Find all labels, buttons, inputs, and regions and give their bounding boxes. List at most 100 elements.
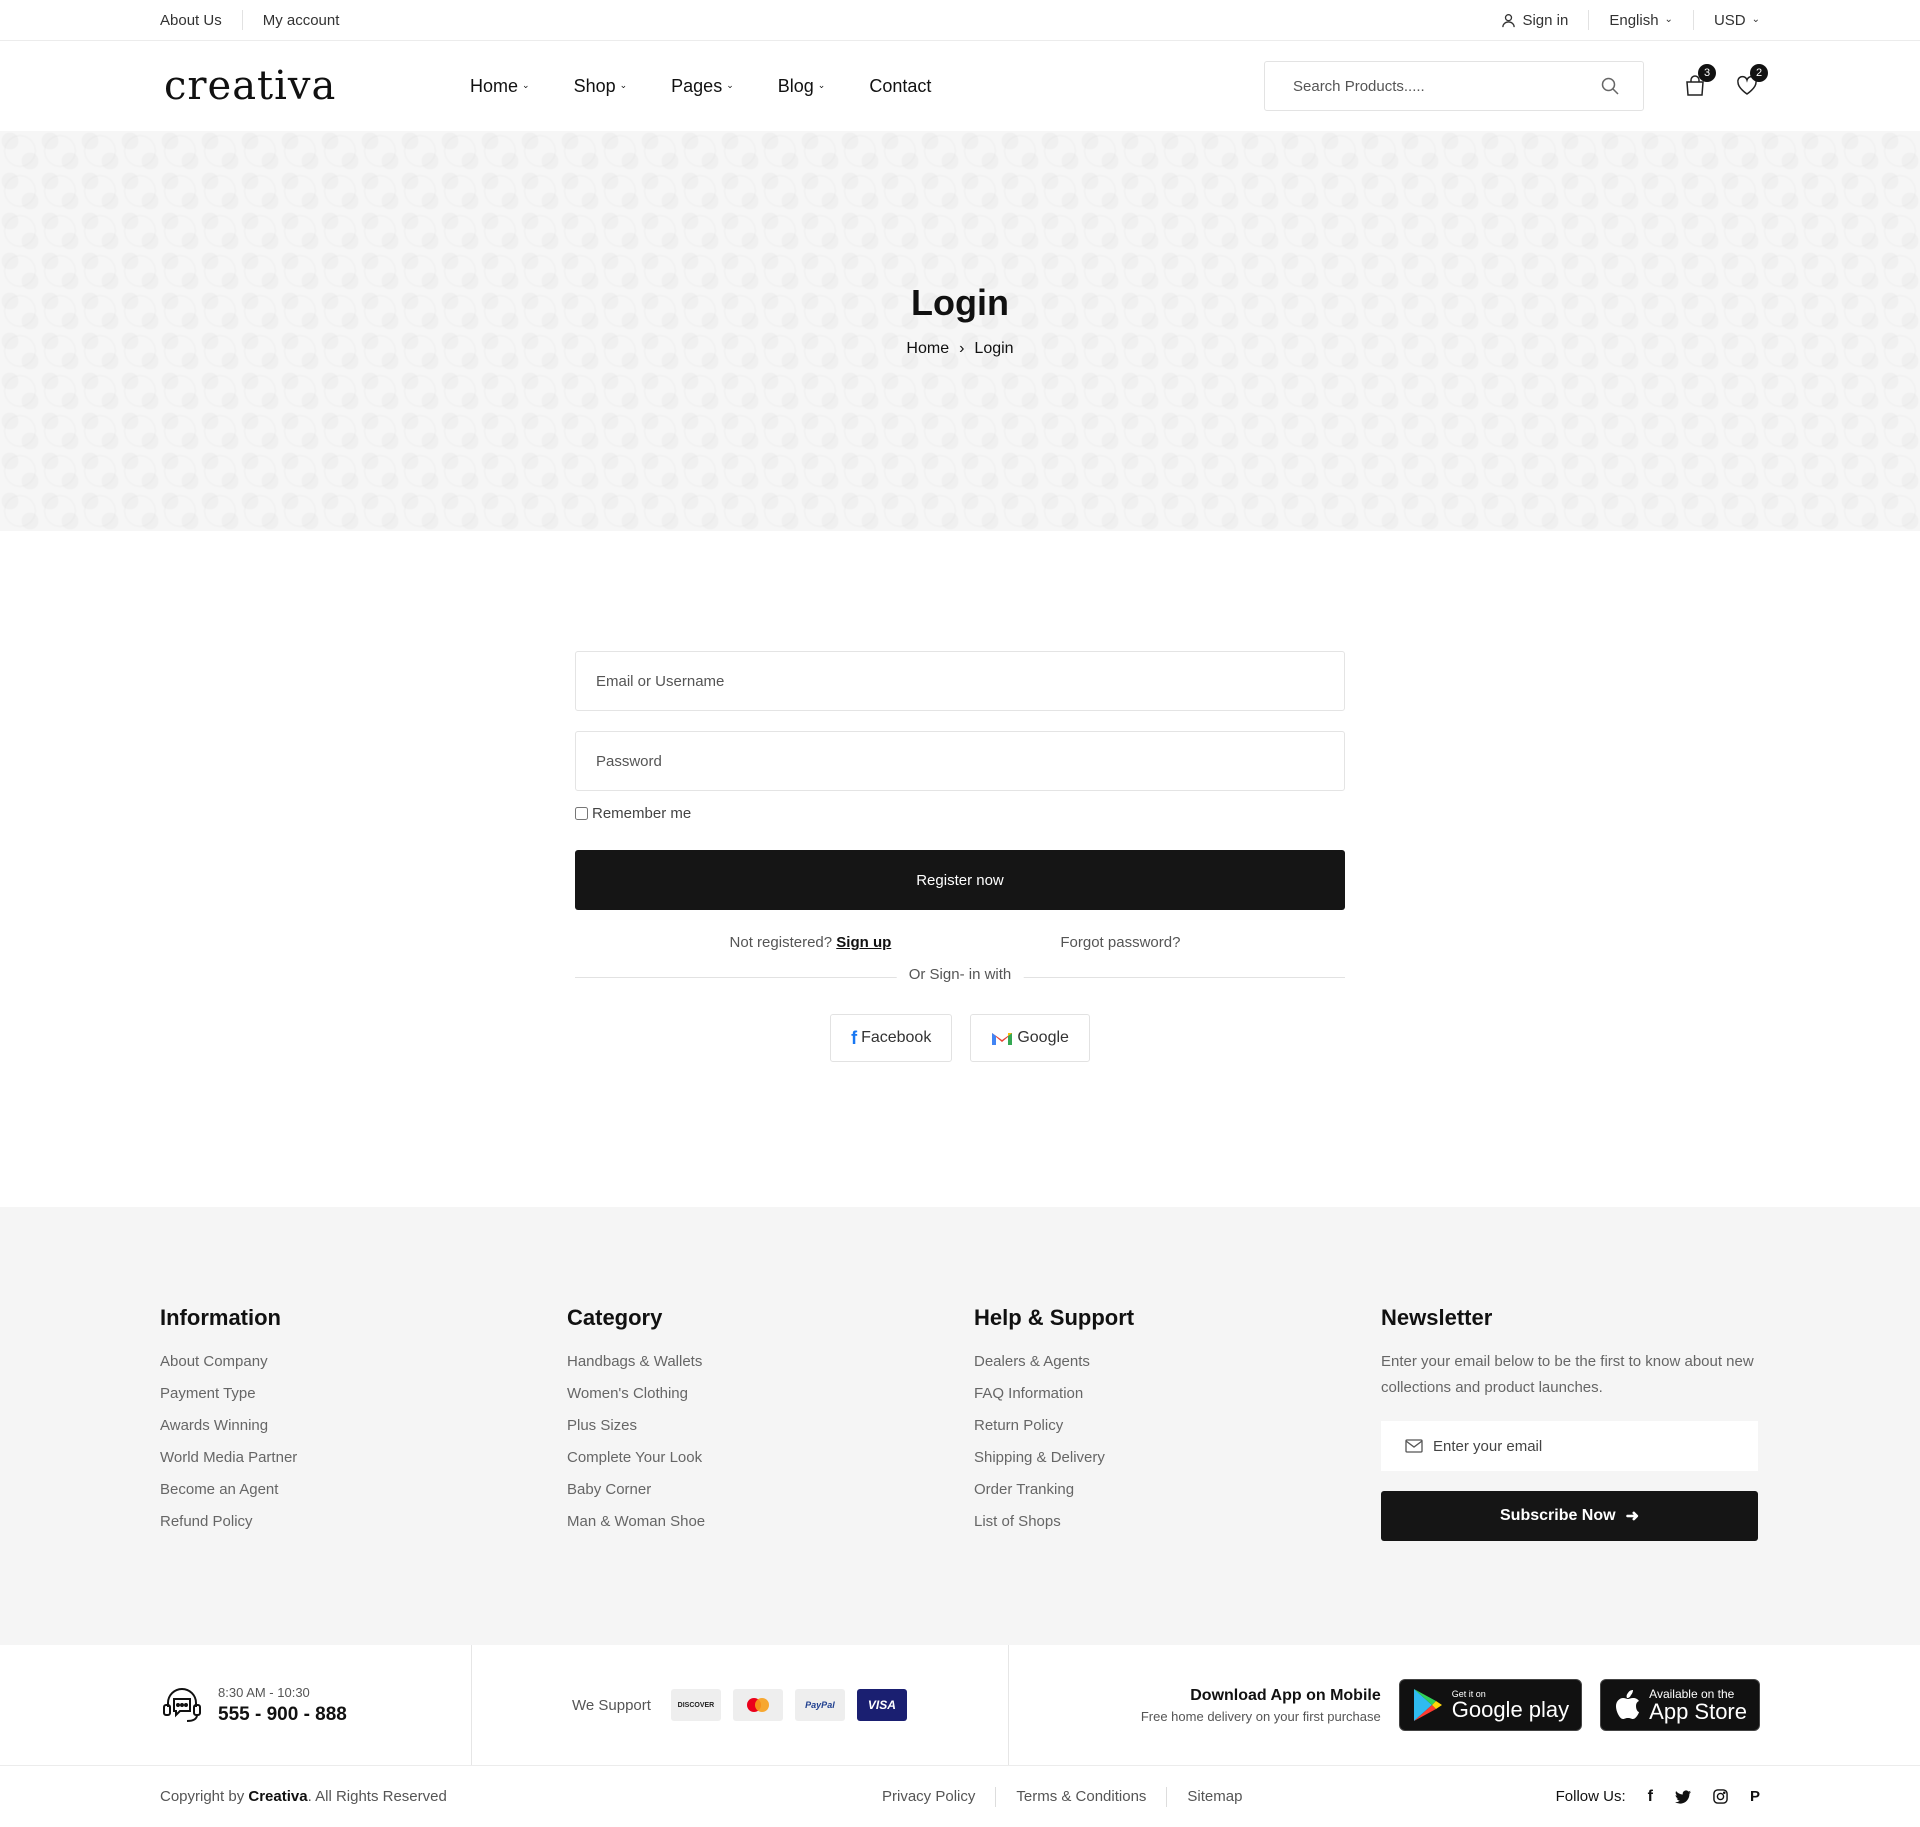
social-login: f Facebook Google bbox=[575, 1014, 1345, 1062]
footer-link[interactable]: Baby Corner bbox=[567, 1481, 974, 1498]
password-field-wrapper bbox=[575, 731, 1345, 791]
remember-me-label: Remember me bbox=[592, 805, 692, 822]
sitemap-link[interactable]: Sitemap bbox=[1167, 1788, 1262, 1805]
language-selector[interactable]: English ⌄ bbox=[1589, 12, 1693, 29]
footer: Information About Company Payment Type A… bbox=[0, 1207, 1920, 1645]
instagram-icon[interactable] bbox=[1713, 1789, 1728, 1804]
wishlist-button[interactable]: 2 bbox=[1734, 64, 1768, 99]
nav-label: Shop bbox=[573, 75, 616, 96]
google-play-icon bbox=[1413, 1689, 1442, 1721]
site-logo[interactable]: creativa bbox=[160, 63, 470, 109]
copyright-brand: Creativa bbox=[248, 1788, 308, 1805]
nav-label: Pages bbox=[671, 75, 723, 96]
nav-home[interactable]: Home ⌄ bbox=[470, 76, 530, 97]
pinterest-icon[interactable]: P bbox=[1750, 1788, 1760, 1805]
twitter-icon[interactable] bbox=[1674, 1789, 1691, 1804]
main-header: creativa Home ⌄ Shop ⌄ Pages ⌄ Blog ⌄ Contac… bbox=[0, 41, 1920, 131]
search-icon[interactable] bbox=[1601, 77, 1619, 95]
facebook-label: Facebook bbox=[861, 1029, 932, 1046]
headset-chat-icon bbox=[163, 1688, 201, 1722]
subscribe-label: Subscribe Now bbox=[1500, 1507, 1616, 1524]
copyright: Copyright by Creativa. All Rights Reserv… bbox=[160, 1788, 800, 1805]
footer-link[interactable]: Women's Clothing bbox=[567, 1385, 974, 1402]
footer-link[interactable]: List of Shops bbox=[974, 1513, 1381, 1530]
sign-in-label: Sign in bbox=[1522, 11, 1569, 29]
we-support-label: We Support bbox=[572, 1696, 651, 1714]
footer-link[interactable]: Awards Winning bbox=[160, 1417, 567, 1434]
breadcrumb-home[interactable]: Home bbox=[906, 340, 949, 358]
or-sign-in-label: Or Sign- in with bbox=[896, 966, 1024, 983]
google-play-button[interactable]: Get it on Google play bbox=[1398, 1679, 1583, 1731]
footer-link[interactable]: About Company bbox=[160, 1353, 567, 1370]
currency-selector[interactable]: USD ⌄ bbox=[1694, 12, 1760, 29]
my-account-link[interactable]: My account bbox=[243, 12, 360, 29]
auth-links: Not registered? Sign up Forgot password? bbox=[575, 934, 1345, 951]
app-store-button[interactable]: Available on the App Store bbox=[1600, 1679, 1760, 1731]
footer-link[interactable]: Shipping & Delivery bbox=[974, 1449, 1381, 1466]
remember-me: Remember me bbox=[575, 805, 1345, 822]
page-banner: Login Home › Login bbox=[0, 131, 1920, 531]
nav-contact[interactable]: Contact bbox=[869, 76, 931, 97]
nav-label: Blog bbox=[777, 75, 814, 96]
terms-link[interactable]: Terms & Conditions bbox=[996, 1788, 1166, 1805]
app-download-title: Download App on Mobile bbox=[1190, 1686, 1381, 1704]
footer-link[interactable]: Refund Policy bbox=[160, 1513, 567, 1530]
nav-label: Home bbox=[470, 75, 519, 96]
footer-link[interactable]: Complete Your Look bbox=[567, 1449, 974, 1466]
password-field[interactable] bbox=[596, 752, 1324, 770]
currency-label: USD bbox=[1713, 11, 1746, 29]
footer-heading: Information bbox=[160, 1305, 281, 1330]
search-input[interactable] bbox=[1293, 77, 1573, 95]
discover-card-icon: DISCOVER bbox=[670, 1689, 721, 1721]
subscribe-button[interactable]: Subscribe Now ➜ bbox=[1381, 1491, 1758, 1541]
footer-heading: Category bbox=[567, 1305, 663, 1330]
not-registered-text: Not registered? bbox=[729, 934, 833, 951]
sign-up-link[interactable]: Sign up bbox=[836, 934, 891, 951]
sign-in-link[interactable]: Sign in bbox=[1481, 12, 1588, 29]
google-login-button[interactable]: Google bbox=[970, 1014, 1090, 1062]
support-phone: 555 - 900 - 888 bbox=[218, 1703, 347, 1725]
social-follow: Follow Us: f P bbox=[1556, 1788, 1760, 1806]
register-now-button[interactable]: Register now bbox=[575, 850, 1345, 910]
gmail-icon bbox=[992, 1033, 1013, 1045]
footer-link[interactable]: Payment Type bbox=[160, 1385, 567, 1402]
copyright-prefix: Copyright by bbox=[160, 1788, 245, 1805]
support-hours: 8:30 AM - 10:30 bbox=[218, 1684, 310, 1700]
privacy-policy-link[interactable]: Privacy Policy bbox=[862, 1788, 995, 1805]
nav-shop[interactable]: Shop ⌄ bbox=[574, 76, 628, 97]
about-us-link[interactable]: About Us bbox=[160, 12, 242, 29]
envelope-icon bbox=[1405, 1439, 1423, 1453]
facebook-login-button[interactable]: f Facebook bbox=[830, 1014, 953, 1062]
login-form: Remember me Register now Not registered?… bbox=[575, 651, 1345, 1111]
footer-link[interactable]: Handbags & Wallets bbox=[567, 1353, 974, 1370]
footer-link[interactable]: Dealers & Agents bbox=[974, 1353, 1381, 1370]
paypal-icon: PayPal bbox=[794, 1689, 845, 1721]
facebook-icon[interactable]: f bbox=[1648, 1788, 1653, 1806]
newsletter-email-box bbox=[1381, 1421, 1758, 1471]
footer-help: Help & Support Dealers & Agents FAQ Info… bbox=[974, 1305, 1381, 1545]
language-label: English bbox=[1609, 11, 1659, 29]
forgot-password-link[interactable]: Forgot password? bbox=[1060, 934, 1180, 951]
footer-link[interactable]: Return Policy bbox=[974, 1417, 1381, 1434]
main-nav: Home ⌄ Shop ⌄ Pages ⌄ Blog ⌄ Contact bbox=[470, 76, 931, 97]
contact-phone: 8:30 AM - 10:30 555 - 900 - 888 bbox=[160, 1645, 472, 1765]
footer-link[interactable]: World Media Partner bbox=[160, 1449, 567, 1466]
footer-link[interactable]: FAQ Information bbox=[974, 1385, 1381, 1402]
nav-pages[interactable]: Pages ⌄ bbox=[671, 76, 734, 97]
remember-me-checkbox[interactable] bbox=[575, 807, 588, 820]
or-divider: Or Sign- in with bbox=[575, 966, 1345, 983]
footer-link[interactable]: Become an Agent bbox=[160, 1481, 567, 1498]
page-title: Login bbox=[911, 282, 1009, 323]
footer-link[interactable]: Plus Sizes bbox=[567, 1417, 974, 1434]
footer-link[interactable]: Man & Woman Shoe bbox=[567, 1513, 974, 1530]
nav-blog[interactable]: Blog ⌄ bbox=[778, 76, 826, 97]
cart-button[interactable]: 3 bbox=[1682, 64, 1716, 99]
footer-link[interactable]: Order Tranking bbox=[974, 1481, 1381, 1498]
follow-us-label: Follow Us: bbox=[1555, 1788, 1626, 1805]
chevron-down-icon: ⌄ bbox=[726, 79, 734, 90]
header-icons: 3 2 bbox=[1682, 64, 1768, 99]
chevron-down-icon: ⌄ bbox=[619, 79, 628, 90]
app-download-subtitle: Free home delivery on your first purchas… bbox=[1140, 1708, 1381, 1724]
email-field[interactable] bbox=[596, 672, 1324, 690]
newsletter-email-input[interactable] bbox=[1433, 1437, 1713, 1455]
